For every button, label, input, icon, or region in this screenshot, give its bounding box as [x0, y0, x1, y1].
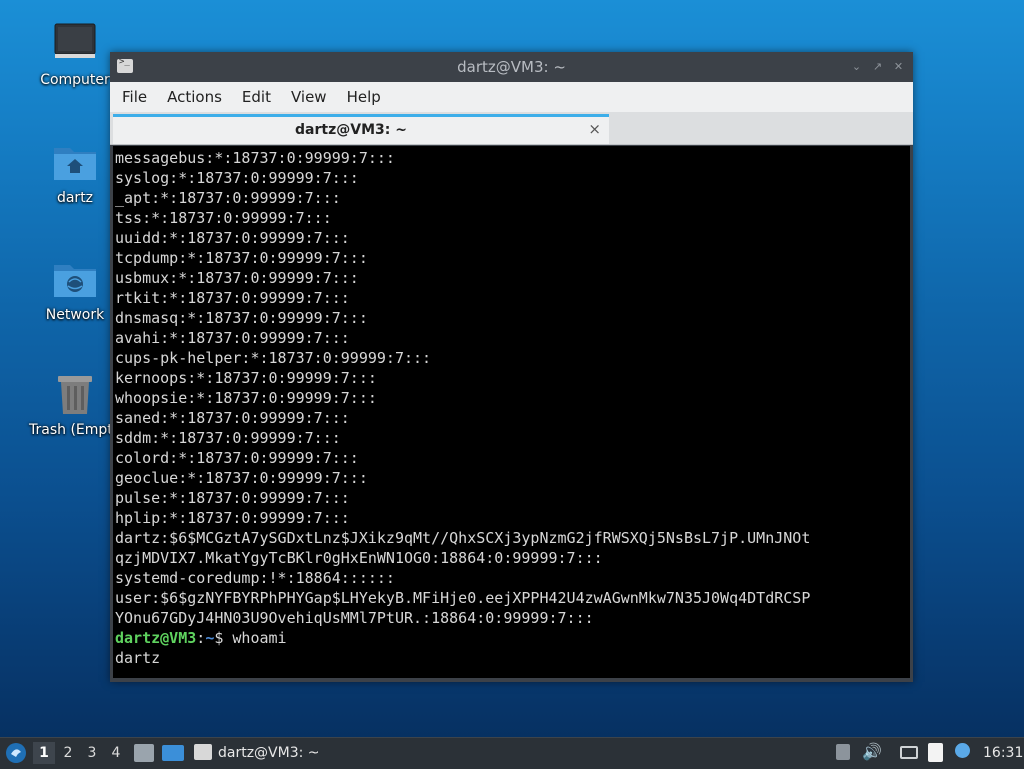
terminal-line: tss:*:18737:0:99999:7::: [115, 209, 332, 227]
prompt-separator: : [196, 629, 206, 647]
terminal-line: dartz:$6$MCGztA7ySGDxtLnz$JXikz9qMt//Qhx… [115, 529, 811, 547]
terminal-output[interactable]: messagebus:*:18737:0:99999:7::: syslog:*… [113, 146, 910, 678]
terminal-line: saned:*:18737:0:99999:7::: [115, 409, 350, 427]
network-tray-icon[interactable] [900, 746, 918, 759]
file-manager-icon[interactable] [162, 745, 184, 761]
terminal-line: rtkit:*:18737:0:99999:7::: [115, 289, 350, 307]
volume-icon[interactable]: 🔊 [862, 742, 882, 761]
terminal-line: uuidd:*:18737:0:99999:7::: [115, 229, 350, 247]
terminal-command-output: dartz [115, 649, 161, 667]
clock[interactable]: 16:31 [983, 745, 1023, 761]
terminal-line: systemd-coredump:!*:18864:::::: [115, 569, 395, 587]
terminal-lines: messagebus:*:18737:0:99999:7::: syslog:*… [115, 149, 810, 627]
terminal-line: hplip:*:18737:0:99999:7::: [115, 509, 350, 527]
terminal-command: whoami [232, 629, 287, 647]
terminal-line: messagebus:*:18737:0:99999:7::: [115, 149, 395, 167]
update-notifier-icon[interactable] [955, 743, 970, 758]
app-menu-icon[interactable] [5, 742, 27, 764]
terminal-line: colord:*:18737:0:99999:7::: [115, 449, 359, 467]
taskbar-terminal-icon [194, 744, 212, 760]
tray-up-arrow-icon[interactable] [836, 744, 850, 760]
workspace-4[interactable]: 4 [105, 742, 127, 764]
menu-edit[interactable]: Edit [232, 88, 281, 106]
terminal-line: YOnu67GDyJ4HN03U9OvehiqUsMMl7PtUR.:18864… [115, 609, 594, 627]
tab-terminal[interactable]: dartz@VM3: ~ × [113, 114, 609, 144]
workspace-3[interactable]: 3 [81, 742, 103, 764]
tab-bar: dartz@VM3: ~ × [110, 112, 913, 145]
terminal-line: kernoops:*:18737:0:99999:7::: [115, 369, 377, 387]
terminal-line: syslog:*:18737:0:99999:7::: [115, 169, 359, 187]
terminal-line: pulse:*:18737:0:99999:7::: [115, 489, 350, 507]
terminal-line: qzjMDVIX7.MkatYgyTcBKlr0gHxEnWN1OG0:1886… [115, 549, 603, 567]
menu-actions[interactable]: Actions [157, 88, 232, 106]
computer-icon [52, 22, 98, 68]
network-folder-icon [52, 257, 98, 303]
workspace-1[interactable]: 1 [33, 742, 55, 764]
terminal-line: avahi:*:18737:0:99999:7::: [115, 329, 350, 347]
terminal-line: usbmux:*:18737:0:99999:7::: [115, 269, 359, 287]
menu-bar: File Actions Edit View Help [110, 82, 913, 112]
menu-view[interactable]: View [281, 88, 337, 106]
terminal-text: messagebus:*:18737:0:99999:7::: syslog:*… [113, 146, 910, 668]
prompt-user: dartz@VM3 [115, 629, 197, 647]
menu-help[interactable]: Help [337, 88, 391, 106]
terminal-line: _apt:*:18737:0:99999:7::: [115, 189, 341, 207]
tab-title: dartz@VM3: ~ [295, 122, 407, 138]
terminal-line: user:$6$gzNYFBYRPhPHYGap$LHYekyB.MFiHje0… [115, 589, 811, 607]
trash-icon [52, 372, 98, 418]
show-desktop-icon[interactable] [134, 744, 154, 762]
window-titlebar[interactable]: dartz@VM3: ~ ⌄ ↗ ✕ [110, 52, 913, 82]
taskbar: 1 2 3 4 dartz@VM3: ~ 🔊 16:31 [0, 737, 1024, 769]
terminal-line: tcpdump:*:18737:0:99999:7::: [115, 249, 368, 267]
terminal-window[interactable]: dartz@VM3: ~ ⌄ ↗ ✕ File Actions Edit Vie… [110, 52, 913, 682]
taskbar-task-terminal[interactable]: dartz@VM3: ~ [218, 745, 320, 761]
maximize-icon[interactable]: ↗ [872, 61, 883, 72]
window-title: dartz@VM3: ~ [457, 58, 566, 76]
close-icon[interactable]: ✕ [893, 61, 904, 72]
terminal-line: sddm:*:18737:0:99999:7::: [115, 429, 341, 447]
prompt-path: ~ [205, 629, 215, 647]
terminal-line: whoopsie:*:18737:0:99999:7::: [115, 389, 377, 407]
terminal-line: cups-pk-helper:*:18737:0:99999:7::: [115, 349, 432, 367]
menu-file[interactable]: File [112, 88, 157, 106]
tab-close-icon[interactable]: × [588, 120, 601, 138]
home-folder-icon [52, 140, 98, 186]
prompt-symbol: $ [214, 629, 233, 647]
terminal-line: geoclue:*:18737:0:99999:7::: [115, 469, 368, 487]
minimize-icon[interactable]: ⌄ [851, 61, 862, 72]
terminal-line: dnsmasq:*:18737:0:99999:7::: [115, 309, 368, 327]
workspace-2[interactable]: 2 [57, 742, 79, 764]
clipboard-icon[interactable] [928, 743, 943, 762]
